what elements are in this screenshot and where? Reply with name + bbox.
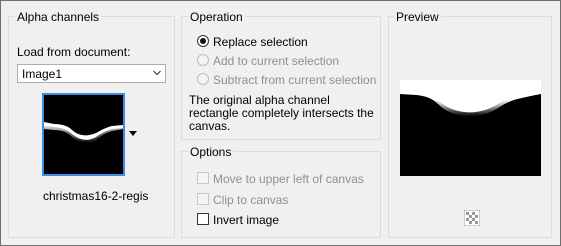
document-select[interactable]: Image1	[17, 64, 166, 83]
thumbnail-image	[44, 95, 123, 174]
clip-to-canvas-label: Clip to canvas	[213, 193, 289, 207]
checkerboard-icon[interactable]	[464, 210, 480, 226]
preview-title: Preview	[394, 10, 441, 24]
add-selection-radio	[197, 54, 209, 66]
operation-message: The original alpha channel rectangle com…	[189, 93, 374, 133]
preview-image	[400, 80, 541, 176]
move-upper-left-label: Move to upper left of canvas	[213, 172, 364, 186]
invert-image-label[interactable]: Invert image	[213, 213, 279, 227]
subtract-selection-label: Subtract from current selection	[213, 73, 377, 87]
replace-selection-label[interactable]: Replace selection	[213, 35, 308, 49]
channel-name-label: christmas16-2-regis	[43, 189, 149, 203]
invert-image-checkbox[interactable]	[197, 213, 209, 225]
preview-graphic	[400, 80, 541, 176]
document-select-value: Image1	[22, 67, 63, 81]
thumbnail-dropdown-icon[interactable]	[127, 124, 139, 142]
subtract-selection-radio	[197, 73, 209, 85]
alpha-channels-title: Alpha channels	[15, 10, 102, 24]
alpha-channel-thumbnail[interactable]	[42, 93, 125, 176]
options-title: Options	[188, 145, 234, 159]
clip-to-canvas-checkbox	[197, 193, 209, 205]
replace-selection-radio[interactable]	[197, 35, 209, 47]
radio-selected-dot	[200, 38, 206, 44]
operation-title: Operation	[188, 10, 245, 24]
load-from-document-label: Load from document:	[17, 45, 131, 59]
chevron-down-icon	[153, 70, 161, 76]
move-upper-left-checkbox	[197, 172, 209, 184]
add-selection-label: Add to current selection	[213, 54, 340, 68]
